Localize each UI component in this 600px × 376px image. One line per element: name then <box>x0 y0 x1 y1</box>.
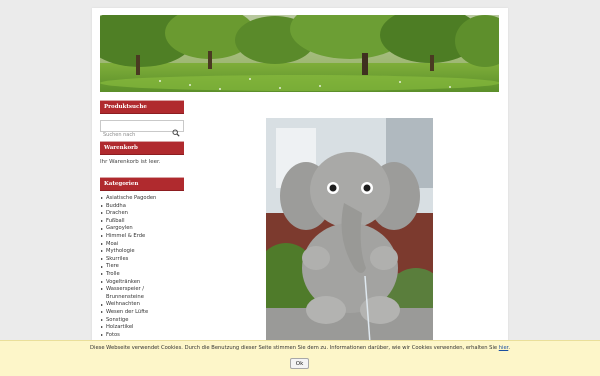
product-search-title: Produktsuche <box>100 100 184 114</box>
category-item[interactable]: Skurriles <box>100 256 184 264</box>
triangle-right-icon <box>101 219 103 222</box>
category-item[interactable]: Sonstige <box>100 317 184 325</box>
triangle-right-icon <box>101 333 103 336</box>
category-item[interactable]: Fotos <box>100 332 184 340</box>
category-item[interactable]: Buddha <box>100 203 184 211</box>
cookie-info-link[interactable]: hier <box>499 345 509 351</box>
cart-empty-text: Ihr Warenkorb ist leer. <box>100 159 161 165</box>
cookie-message: Diese Webseite verwendet Cookies. Durch … <box>90 345 498 351</box>
page-container: Produktsuche Warenkorb Ihr Warenkorb ist… <box>92 8 508 375</box>
category-label: Wesen der Lüfte <box>106 308 149 315</box>
elephant-fountain-photo <box>266 118 433 343</box>
category-label: Sonstige <box>106 316 129 323</box>
category-label: Skurriles <box>106 255 129 262</box>
category-item[interactable]: Fußball <box>100 218 184 226</box>
triangle-right-icon <box>101 197 103 200</box>
category-label: Wasserspeier / <box>106 286 145 293</box>
category-item[interactable]: Gargoylen <box>100 225 184 233</box>
search-box <box>100 120 184 140</box>
cookie-notice-text: Diese Webseite verwendet Cookies. Durch … <box>0 345 600 351</box>
category-item[interactable]: Mythologie <box>100 248 184 256</box>
triangle-right-icon <box>101 311 103 314</box>
triangle-right-icon <box>101 326 103 329</box>
triangle-right-icon <box>101 257 103 260</box>
categories-title: Kategorien <box>100 177 184 191</box>
triangle-right-icon <box>101 273 103 276</box>
triangle-right-icon <box>101 242 103 245</box>
category-label: Tiere <box>106 263 119 270</box>
triangle-right-icon <box>101 318 103 321</box>
cookie-ok-button[interactable]: Ok <box>290 358 309 369</box>
category-label: Brunnensteine <box>106 293 144 300</box>
triangle-right-icon <box>101 212 103 215</box>
category-label: Asiatische Pagoden <box>106 195 157 201</box>
search-icon[interactable] <box>172 122 180 141</box>
category-label: Fotos <box>106 331 120 338</box>
category-label: Buddha <box>106 202 126 209</box>
category-item[interactable]: Tiere <box>100 263 184 271</box>
category-item[interactable]: Moai <box>100 241 184 249</box>
category-label: Vogeltränken <box>106 278 141 285</box>
category-item[interactable]: Wesen der Lüfte <box>100 309 184 317</box>
category-item[interactable]: Wasserspeier / <box>100 286 184 294</box>
header-banner-image <box>100 15 499 92</box>
category-label: Fußball <box>106 217 125 224</box>
category-list: Asiatische Pagoden Buddha Drachen Fußball Ga… <box>100 195 184 339</box>
triangle-right-icon <box>101 288 103 291</box>
category-item[interactable]: Himmel & Erde <box>100 233 184 241</box>
triangle-right-icon <box>101 227 103 230</box>
cart-title: Warenkorb <box>100 141 184 155</box>
triangle-right-icon <box>101 250 103 253</box>
cookie-notice-bar: Diese Webseite verwendet Cookies. Durch … <box>0 340 600 376</box>
category-label: Mythologie <box>106 248 135 255</box>
category-label: Himmel & Erde <box>106 232 146 239</box>
triangle-right-icon <box>101 280 103 283</box>
category-label: Gargoylen <box>106 225 133 232</box>
category-label: Trolle <box>106 270 120 277</box>
triangle-right-icon <box>101 235 103 238</box>
category-label: Drachen <box>106 210 128 217</box>
triangle-right-icon <box>101 265 103 268</box>
triangle-right-icon <box>101 303 103 306</box>
category-item[interactable]: Brunnensteine <box>100 294 184 302</box>
category-item[interactable]: Asiatische Pagoden <box>100 195 184 203</box>
category-label: Moai <box>106 240 119 247</box>
category-item[interactable]: Holzartikel <box>100 324 184 332</box>
category-item[interactable]: Trolle <box>100 271 184 279</box>
search-input[interactable] <box>101 130 169 140</box>
category-item[interactable]: Weihnachten <box>100 301 184 309</box>
category-item[interactable]: Vogeltränken <box>100 279 184 287</box>
category-label: Weihnachten <box>106 301 140 308</box>
category-label: Holzartikel <box>106 324 134 331</box>
triangle-right-icon <box>101 204 103 207</box>
sidebar: Produktsuche Warenkorb Ihr Warenkorb ist… <box>100 100 184 339</box>
category-item[interactable]: Drachen <box>100 210 184 218</box>
cookie-suffix: . <box>508 345 510 351</box>
